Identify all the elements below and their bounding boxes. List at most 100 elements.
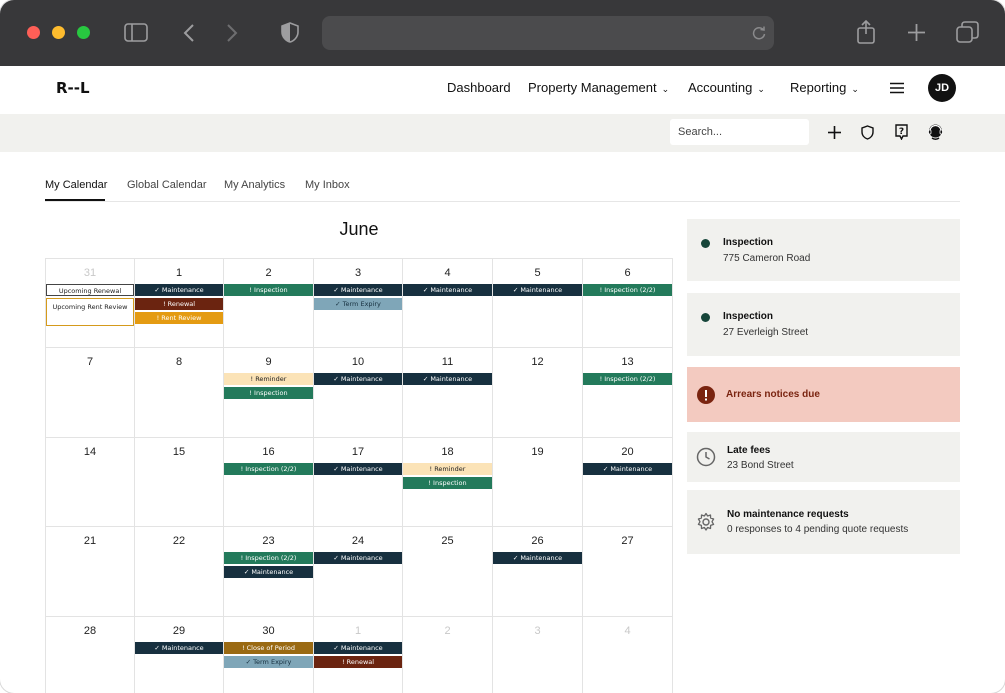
tab-global-calendar[interactable]: Global Calendar <box>127 179 207 191</box>
calendar-day-cell[interactable]: 8 <box>135 348 224 438</box>
calendar-day-cell[interactable]: 22 <box>135 527 224 617</box>
nav-accounting[interactable]: Accounting ⌄ <box>688 80 765 95</box>
reload-icon[interactable] <box>752 26 766 40</box>
calendar-event-termexpiry[interactable]: ✓ Term Expiry <box>314 298 402 310</box>
nav-property-management[interactable]: Property Management ⌄ <box>528 80 669 95</box>
calendar-day-cell[interactable]: 20 ✓ Maintenance <box>583 438 673 527</box>
calendar-day-cell[interactable]: 7 <box>45 348 135 438</box>
calendar-day-cell[interactable]: 29 ✓ Maintenance <box>135 617 224 693</box>
calendar-day-cell[interactable]: 4 <box>583 617 673 693</box>
calendar-event-maintenance[interactable]: ✓ Maintenance <box>403 373 492 385</box>
agenda-card[interactable]: Late fees 23 Bond Street <box>687 432 960 482</box>
calendar-day-number: 20 <box>621 446 634 458</box>
minimize-window-button[interactable] <box>52 26 65 39</box>
calendar-event-maintenance[interactable]: ✓ Maintenance <box>583 463 672 475</box>
calendar-day-cell[interactable]: 26 ✓ Maintenance <box>493 527 583 617</box>
agenda-card[interactable]: Arrears notices due <box>687 367 960 422</box>
calendar-day-cell[interactable]: 11 ✓ Maintenance <box>403 348 493 438</box>
calendar-event-renewal[interactable]: ! Renewal <box>314 656 402 668</box>
forward-icon[interactable] <box>226 23 238 43</box>
calendar-day-cell[interactable]: 13 ! Inspection (2/2) <box>583 348 673 438</box>
calendar-day-cell[interactable]: 15 <box>135 438 224 527</box>
app-logo[interactable]: R--L <box>56 79 90 97</box>
sidebar-toggle-icon[interactable] <box>124 23 148 42</box>
calendar-day-cell[interactable]: 27 <box>583 527 673 617</box>
calendar-day-cell[interactable]: 17 ✓ Maintenance <box>314 438 403 527</box>
tab-my-inbox[interactable]: My Inbox <box>305 179 350 191</box>
calendar-event-outline[interactable]: Upcoming Renewal <box>46 284 134 296</box>
calendar-event-inspection[interactable]: ! Inspection <box>403 477 492 489</box>
calendar-event-reminder[interactable]: ! Reminder <box>224 373 313 385</box>
share-icon[interactable] <box>856 20 876 44</box>
calendar-event-maintenance[interactable]: ✓ Maintenance <box>493 284 582 296</box>
tab-my-calendar[interactable]: My Calendar <box>45 179 107 191</box>
calendar-day-cell[interactable]: 3 ✓ Maintenance ✓ Term Expiry <box>314 258 403 348</box>
calendar-event-maintenance[interactable]: ✓ Maintenance <box>314 373 402 385</box>
calendar-event-maintenance[interactable]: ✓ Maintenance <box>224 566 313 578</box>
calendar-day-cell[interactable]: 19 <box>493 438 583 527</box>
back-icon[interactable] <box>183 23 195 43</box>
calendar-day-cell[interactable]: 12 <box>493 348 583 438</box>
calendar-event-maintenance[interactable]: ✓ Maintenance <box>314 284 402 296</box>
user-avatar[interactable]: JD <box>928 74 956 102</box>
calendar-event-maintenance[interactable]: ✓ Maintenance <box>314 642 402 654</box>
tab-my-analytics[interactable]: My Analytics <box>224 179 285 191</box>
agenda-card[interactable]: No maintenance requests 0 responses to 4 … <box>687 490 960 554</box>
calendar-event-maintenance[interactable]: ✓ Maintenance <box>135 284 223 296</box>
calendar-day-cell[interactable]: 30 ! Close of Period ✓ Term Expiry <box>224 617 314 693</box>
address-bar[interactable] <box>322 16 774 50</box>
calendar-day-cell[interactable]: 3 <box>493 617 583 693</box>
support-icon[interactable] <box>927 123 944 141</box>
calendar-event-inspection[interactable]: ! Inspection (2/2) <box>583 373 672 385</box>
calendar-event-inspection[interactable]: ! Inspection (2/2) <box>583 284 672 296</box>
calendar-event-rentreview[interactable]: ! Rent Review <box>135 312 223 324</box>
calendar-event-closeperiod[interactable]: ! Close of Period <box>224 642 313 654</box>
calendar-event-inspection[interactable]: ! Inspection <box>224 284 313 296</box>
calendar-day-cell[interactable]: 1 ✓ Maintenance ! Renewal ! Rent Review <box>135 258 224 348</box>
calendar-day-cell[interactable]: 14 <box>45 438 135 527</box>
plus-icon[interactable] <box>828 126 841 139</box>
privacy-shield-icon[interactable] <box>281 22 299 43</box>
agenda-card[interactable]: Inspection 27 Everleigh Street <box>687 293 960 356</box>
new-tab-icon[interactable] <box>907 23 926 42</box>
calendar-day-cell[interactable]: 21 <box>45 527 135 617</box>
nav-reporting[interactable]: Reporting ⌄ <box>790 80 859 95</box>
calendar-day-cell[interactable]: 23 ! Inspection (2/2) ✓ Maintenance <box>224 527 314 617</box>
calendar-day-cell[interactable]: 2 ! Inspection <box>224 258 314 348</box>
help-icon[interactable]: ? <box>894 124 909 140</box>
calendar-event-maintenance[interactable]: ✓ Maintenance <box>314 463 402 475</box>
calendar-event-inspection[interactable]: ! Inspection <box>224 387 313 399</box>
calendar-event-outline-orange[interactable]: Upcoming Rent Review <box>46 298 134 326</box>
agenda-card[interactable]: Inspection 775 Cameron Road <box>687 219 960 281</box>
calendar-day-number: 2 <box>265 267 272 279</box>
calendar-day-cell[interactable]: 2 <box>403 617 493 693</box>
calendar-event-inspection[interactable]: ! Inspection (2/2) <box>224 463 313 475</box>
calendar-day-cell[interactable]: 25 <box>403 527 493 617</box>
calendar-event-renewal[interactable]: ! Renewal <box>135 298 223 310</box>
calendar-event-maintenance[interactable]: ✓ Maintenance <box>493 552 582 564</box>
calendar-day-cell[interactable]: 1 ✓ Maintenance ! Renewal <box>314 617 403 693</box>
calendar-day-cell[interactable]: 4 ✓ Maintenance <box>403 258 493 348</box>
calendar-day-cell[interactable]: 24 ✓ Maintenance <box>314 527 403 617</box>
calendar-event-inspection[interactable]: ! Inspection (2/2) <box>224 552 313 564</box>
nav-dashboard[interactable]: Dashboard <box>447 80 511 95</box>
calendar-day-cell[interactable]: 10 ✓ Maintenance <box>314 348 403 438</box>
calendar-day-cell[interactable]: 16 ! Inspection (2/2) <box>224 438 314 527</box>
tab-overview-icon[interactable] <box>956 21 979 44</box>
search-input[interactable] <box>670 119 809 145</box>
calendar-day-cell[interactable]: 6 ! Inspection (2/2) <box>583 258 673 348</box>
close-window-button[interactable] <box>27 26 40 39</box>
calendar-day-cell[interactable]: 9 ! Reminder ! Inspection <box>224 348 314 438</box>
maximize-window-button[interactable] <box>77 26 90 39</box>
calendar-event-maintenance[interactable]: ✓ Maintenance <box>314 552 402 564</box>
hamburger-menu-icon[interactable] <box>890 82 904 94</box>
calendar-event-termexpiry[interactable]: ✓ Term Expiry <box>224 656 313 668</box>
calendar-day-cell[interactable]: 18 ! Reminder ! Inspection <box>403 438 493 527</box>
calendar-day-cell[interactable]: 5 ✓ Maintenance <box>493 258 583 348</box>
calendar-event-maintenance[interactable]: ✓ Maintenance <box>135 642 223 654</box>
shield-icon[interactable] <box>861 125 874 140</box>
calendar-day-cell[interactable]: 28 <box>45 617 135 693</box>
calendar-event-maintenance[interactable]: ✓ Maintenance <box>403 284 492 296</box>
calendar-day-cell[interactable]: 31 Upcoming Renewal Upcoming Rent Review <box>45 258 135 348</box>
calendar-event-reminder[interactable]: ! Reminder <box>403 463 492 475</box>
